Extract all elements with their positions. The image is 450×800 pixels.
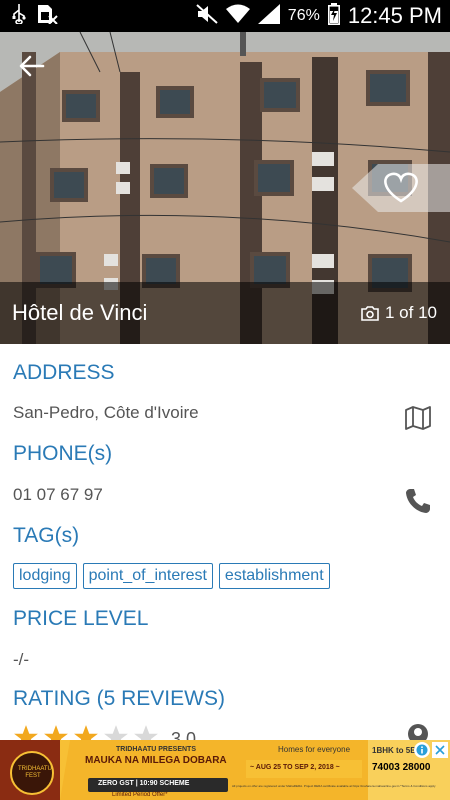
hotel-details: ADDRESS San-Pedro, Côte d'Ivoire PHONE(s… <box>0 344 450 740</box>
ad-offer: Limited Period Offer* <box>112 792 168 798</box>
map-button[interactable] <box>404 404 432 432</box>
map-icon <box>405 406 431 430</box>
status-bar: 76% 12:45 PM <box>0 0 450 32</box>
tag-chip[interactable]: lodging <box>13 563 77 589</box>
rating-value: 3.0 <box>171 729 197 740</box>
rating-row: 3.0 <box>13 724 196 740</box>
phone-icon <box>406 489 430 513</box>
wifi-icon <box>225 4 250 29</box>
photo-caption-bar: Hôtel de Vinci 1 of 10 <box>0 282 450 344</box>
battery-charging-icon <box>327 2 340 30</box>
reviews-button[interactable] <box>402 722 434 740</box>
battery-percent: 76% <box>287 7 320 24</box>
ad-scheme: ZERO GST | 10:90 SCHEME <box>98 780 190 787</box>
ad-phone: 74003 28000 <box>372 762 431 773</box>
address-title: ADDRESS <box>13 361 115 384</box>
star-empty-icon <box>133 724 159 740</box>
rating-title: RATING (5 REVIEWS) <box>13 687 225 710</box>
star-icon <box>13 724 39 740</box>
signal-icon <box>257 3 280 29</box>
price-level-value: -/- <box>13 650 30 669</box>
photo-counter[interactable]: 1 of 10 <box>361 303 450 323</box>
phone-value: 01 07 67 97 <box>13 485 103 504</box>
ad-info-icon[interactable] <box>414 742 430 758</box>
tags-title: TAG(s) <box>13 524 80 547</box>
camera-icon <box>361 305 379 321</box>
address-value: San-Pedro, Côte d'Ivoire <box>13 403 199 422</box>
favorite-button[interactable] <box>352 164 450 212</box>
usb-icon <box>12 3 26 29</box>
ad-headline: MAUKA NA MILEGA DOBARA <box>85 755 227 766</box>
call-button[interactable] <box>404 487 432 515</box>
ad-fine-print: All projects on offer are registered und… <box>232 784 436 788</box>
clock: 12:45 PM <box>347 3 442 28</box>
star-icon <box>73 724 99 740</box>
hotel-photo-gallery[interactable]: Hôtel de Vinci 1 of 10 <box>0 32 450 344</box>
tag-list: lodging point_of_interest establishment <box>13 563 330 589</box>
tag-chip[interactable]: point_of_interest <box>82 563 213 589</box>
photo-count-label: 1 of 10 <box>385 303 437 322</box>
ad-close-icon[interactable] <box>432 742 448 758</box>
mute-icon <box>196 3 218 29</box>
arrow-left-icon <box>19 55 45 77</box>
ad-presenter: TRIDHAATU PRESENTS <box>116 746 196 753</box>
hotel-name: Hôtel de Vinci <box>12 300 148 325</box>
star-icon <box>43 724 69 740</box>
tag-chip[interactable]: establishment <box>218 563 330 589</box>
price-level-title: PRICE LEVEL <box>13 607 149 630</box>
ad-bhk: 1BHK to 5B <box>372 746 417 755</box>
star-empty-icon <box>103 724 129 740</box>
no-sim-icon <box>36 4 58 29</box>
user-icon <box>408 724 428 740</box>
ad-banner[interactable]: TRIDHAATU FEST TRIDHAATU PRESENTS MAUKA … <box>0 740 450 800</box>
back-button[interactable] <box>14 48 50 84</box>
ad-badge: TRIDHAATU FEST <box>18 766 52 779</box>
phone-title: PHONE(s) <box>13 442 113 465</box>
ad-homes: Homes for everyone <box>278 745 351 754</box>
ad-dates: ~ AUG 25 TO SEP 2, 2018 ~ <box>250 764 340 771</box>
